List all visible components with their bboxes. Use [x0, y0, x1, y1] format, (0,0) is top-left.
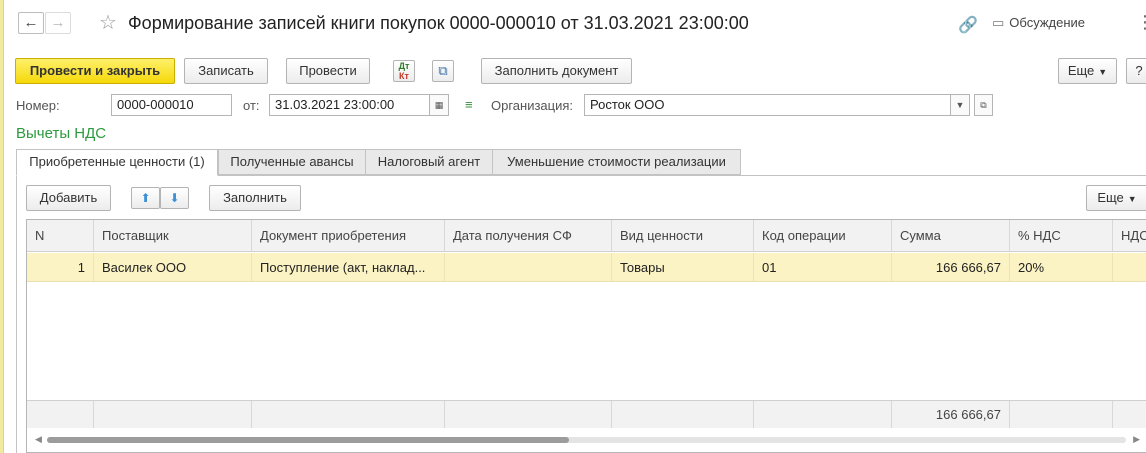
- col-header-n[interactable]: N: [27, 220, 94, 251]
- more-menu-icon[interactable]: ⋮: [1136, 12, 1146, 33]
- more-label: Еще: [1067, 63, 1095, 78]
- footer-cell: [1113, 401, 1146, 428]
- save-button[interactable]: Записать: [184, 58, 268, 84]
- cell-value-type: Товары: [612, 253, 754, 281]
- col-header-vat-rate[interactable]: % НДС: [1010, 220, 1113, 251]
- footer-sum-total: 166 666,67: [892, 401, 1010, 428]
- title-bar: ← → ☆ Формирование записей книги покупок…: [14, 8, 1146, 40]
- purchases-table[interactable]: N Поставщик Документ приобретения Дата п…: [26, 219, 1146, 453]
- arrow-down-icon: ⬇: [169, 191, 180, 205]
- footer-cell: [252, 401, 445, 428]
- col-header-document[interactable]: Документ приобретения: [252, 220, 445, 251]
- col-header-vat[interactable]: НДС: [1113, 220, 1146, 251]
- footer-cell: [445, 401, 612, 428]
- footer-cell: [94, 401, 252, 428]
- scroll-right-icon[interactable]: ▶: [1133, 434, 1140, 445]
- col-header-supplier[interactable]: Поставщик: [94, 220, 252, 251]
- scroll-left-icon[interactable]: ◀: [35, 434, 42, 445]
- footer-cell: [1010, 401, 1113, 428]
- help-button[interactable]: ?: [1126, 58, 1146, 84]
- post-button[interactable]: Провести: [286, 58, 370, 84]
- organization-label: Организация:: [491, 98, 574, 113]
- cell-supplier: Василек ООО: [94, 253, 252, 281]
- forward-button[interactable]: →: [45, 12, 71, 34]
- number-field[interactable]: 0000-000010: [111, 94, 232, 116]
- calendar-icon[interactable]: ▦: [429, 94, 449, 116]
- dropdown-icon[interactable]: ▼: [950, 94, 970, 116]
- cell-sf-date: [445, 253, 612, 281]
- cell-n: 1: [27, 253, 94, 281]
- fill-document-button[interactable]: Заполнить документ: [481, 58, 632, 84]
- table-header: N Поставщик Документ приобретения Дата п…: [27, 220, 1146, 252]
- move-down-button[interactable]: ⬇: [160, 187, 189, 209]
- tab-received-advances[interactable]: Полученные авансы: [218, 149, 366, 175]
- cell-op-code: 01: [754, 253, 892, 281]
- cell-vat: [1113, 253, 1146, 281]
- tab-purchased-values[interactable]: Приобретенные ценности (1): [16, 149, 218, 176]
- horizontal-scrollbar[interactable]: ◀ ▶: [27, 432, 1146, 450]
- arrow-right-icon: →: [50, 14, 66, 31]
- scroll-thumb[interactable]: [47, 437, 569, 443]
- col-header-sum[interactable]: Сумма: [892, 220, 1010, 251]
- table-row[interactable]: 1 Василек ООО Поступление (акт, наклад..…: [27, 253, 1146, 282]
- col-header-value-type[interactable]: Вид ценности: [612, 220, 754, 251]
- cell-sum: 166 666,67: [892, 253, 1010, 281]
- discussion-label: Обсуждение: [1009, 15, 1086, 30]
- hierarchy-icon: ⧉: [438, 63, 448, 78]
- dt-kt-report-button[interactable]: Дт Кт: [393, 60, 415, 82]
- chevron-down-icon: ▼: [1127, 194, 1137, 204]
- cell-vat-rate: 20%: [1010, 253, 1113, 281]
- date-field[interactable]: 31.03.2021 23:00:00: [269, 94, 430, 116]
- fill-list-icon[interactable]: ≡: [465, 97, 473, 112]
- more-button[interactable]: Еще ▼: [1058, 58, 1117, 84]
- chat-icon: ▭: [992, 15, 1005, 30]
- dt-icon: Дт: [398, 61, 410, 71]
- footer-cell: [612, 401, 754, 428]
- move-up-button[interactable]: ⬆: [131, 187, 160, 209]
- open-icon[interactable]: ⧉: [974, 94, 993, 116]
- structure-icon-button[interactable]: ⧉: [432, 60, 454, 82]
- chevron-down-icon: ▼: [1098, 67, 1108, 77]
- post-and-close-button[interactable]: Провести и закрыть: [15, 58, 175, 84]
- back-button[interactable]: ←: [18, 12, 44, 34]
- tab-panel-left-border: [16, 175, 17, 453]
- discussion-button[interactable]: ▭ Обсуждение: [992, 15, 1085, 31]
- footer-cell: [754, 401, 892, 428]
- cell-document: Поступление (акт, наклад...: [252, 253, 445, 281]
- link-icon[interactable]: 🔗: [958, 15, 978, 35]
- page-title: Формирование записей книги покупок 0000-…: [128, 13, 749, 33]
- tab-tax-agent[interactable]: Налоговый агент: [365, 149, 493, 175]
- left-edge-strip: [0, 0, 4, 453]
- fill-button[interactable]: Заполнить: [209, 185, 301, 211]
- number-label: Номер:: [16, 98, 60, 113]
- organization-field[interactable]: Росток ООО: [584, 94, 951, 116]
- tab-cost-reduction[interactable]: Уменьшение стоимости реализации: [492, 149, 741, 175]
- arrow-up-icon: ⬆: [140, 191, 151, 205]
- table-footer: 166 666,67: [27, 400, 1146, 428]
- arrow-left-icon: ←: [23, 14, 39, 31]
- add-button[interactable]: Добавить: [26, 185, 111, 211]
- date-label: от:: [243, 98, 260, 113]
- section-title: Вычеты НДС: [16, 125, 107, 142]
- col-header-sf-date[interactable]: Дата получения СФ: [445, 220, 612, 251]
- footer-cell: [27, 401, 94, 428]
- table-more-label: Еще: [1097, 190, 1124, 205]
- favorite-star-icon[interactable]: ☆: [99, 11, 117, 35]
- table-more-button[interactable]: Еще ▼: [1086, 185, 1146, 211]
- col-header-op-code[interactable]: Код операции: [754, 220, 892, 251]
- kt-icon: Кт: [399, 71, 409, 81]
